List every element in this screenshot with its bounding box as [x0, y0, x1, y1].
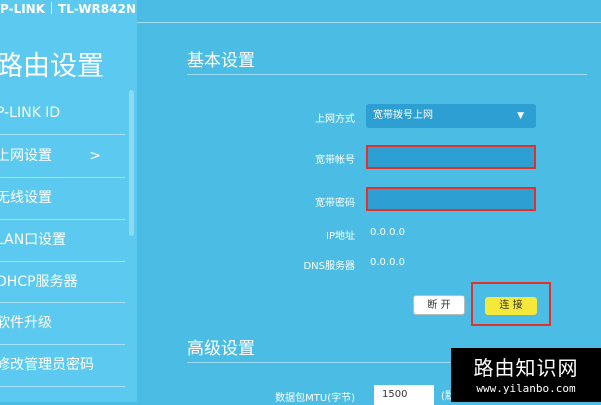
chevron-right-icon: > — [89, 148, 101, 164]
ip-address-label: IP地址 — [326, 231, 355, 242]
sidebar-item-internet[interactable]: 上网设置 > — [0, 135, 121, 177]
connect-highlight-box — [471, 282, 551, 326]
sidebar-item-label: 修改管理员密码 — [0, 357, 94, 373]
disconnect-button[interactable]: 断 开 — [413, 295, 465, 315]
password-input[interactable] — [366, 187, 536, 211]
main-panel: 基本设置 上网方式 宽带拨号上网 ▼ 宽带帐号 宽带密码 IP地址 0.0.0.… — [137, 0, 601, 405]
brand-logo: P-LINK — [0, 2, 46, 16]
account-input[interactable] — [366, 145, 536, 169]
sidebar-item-wireless[interactable]: 无线设置 — [0, 177, 121, 219]
sidebar-item-label: DHCP服务器 — [0, 274, 78, 290]
sidebar-item-label: 上网设置 — [0, 148, 52, 164]
sidebar-item-label: 无线设置 — [0, 190, 52, 206]
advanced-settings-title: 高级设置 — [187, 339, 255, 359]
basic-settings-divider — [187, 74, 587, 75]
connection-mode-select[interactable]: 宽带拨号上网 ▼ — [366, 104, 536, 128]
sidebar-scrollbar[interactable] — [129, 90, 134, 236]
watermark-box: 路由知识网 www.yilanbo.com — [451, 348, 601, 402]
dns-label: DNS服务器 — [303, 261, 355, 272]
caret-down-icon: ▼ — [517, 111, 524, 121]
sidebar-item-upgrade[interactable]: 软件升级 — [0, 302, 121, 344]
sidebar-title: 路由设置 — [0, 51, 104, 82]
sidebar-item-lan[interactable]: LAN口设置 — [0, 219, 121, 261]
sidebar-item-label: LAN口设置 — [0, 232, 67, 248]
brand-header: P-LINK TL-WR842N — [0, 0, 137, 22]
ip-address-value: 0.0.0.0 — [370, 227, 405, 238]
account-label: 宽带帐号 — [315, 155, 355, 166]
watermark-url: www.yilanbo.com — [476, 382, 576, 395]
sidebar-divider — [0, 386, 125, 387]
password-label: 宽带密码 — [315, 198, 355, 209]
dns-value: 0.0.0.0 — [370, 257, 405, 268]
sidebar-item-label: 软件升级 — [0, 315, 52, 331]
connection-mode-label: 上网方式 — [315, 114, 355, 125]
sidebar-item-label: P-LINK ID — [0, 105, 61, 121]
basic-settings-title: 基本设置 — [187, 51, 255, 71]
sidebar-item-admin-password[interactable]: 修改管理员密码 — [0, 344, 121, 386]
model-name: TL-WR842N — [58, 2, 136, 16]
header-divider — [137, 22, 601, 23]
connection-mode-value: 宽带拨号上网 — [373, 110, 433, 121]
sidebar: P-LINK TL-WR842N 路由设置 P-LINK ID 上网设置 > 无线设… — [0, 0, 137, 402]
brand-separator — [51, 2, 53, 14]
mtu-input[interactable]: 1500 — [374, 385, 434, 405]
watermark-title: 路由知识网 — [473, 356, 579, 380]
sidebar-item-dhcp[interactable]: DHCP服务器 — [0, 261, 121, 303]
sidebar-item-plink-id[interactable]: P-LINK ID — [0, 92, 121, 134]
